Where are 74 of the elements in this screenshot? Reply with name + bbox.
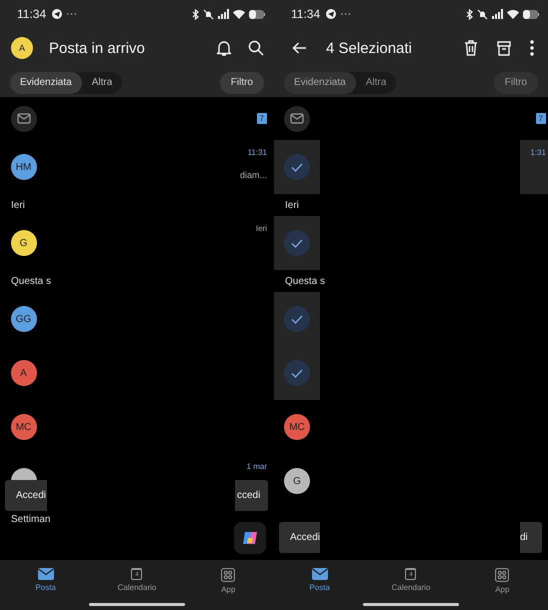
signal-icon	[492, 9, 503, 19]
filter-button[interactable]: Filtro	[220, 72, 264, 94]
nav-label: Posta	[35, 583, 56, 592]
nav-item[interactable]: Posta	[0, 560, 92, 610]
assistant-button[interactable]	[234, 522, 266, 554]
logo-icon	[241, 529, 259, 547]
message-time: 1 mar	[246, 462, 267, 471]
message-time: 1:31	[530, 148, 546, 157]
more-options-icon[interactable]	[530, 40, 534, 56]
status-more: ···	[340, 8, 352, 20]
account-avatar[interactable]: A	[11, 37, 33, 59]
wifi-icon	[233, 9, 245, 19]
sign-in-toast: Accedi	[5, 480, 47, 511]
battery-icon	[249, 10, 265, 18]
nav-label: App	[221, 585, 236, 594]
envelope-icon[interactable]	[284, 106, 310, 132]
apps-grid-icon	[495, 568, 510, 582]
inbox-tab[interactable]: Evidenziata	[10, 72, 82, 94]
contact-avatar: A	[10, 360, 36, 386]
nav-label: App	[495, 585, 510, 594]
section-header: Ieri	[285, 200, 299, 210]
filter-button[interactable]: Filtro	[494, 72, 538, 94]
checkmark-icon[interactable]	[284, 154, 310, 180]
back-arrow-icon[interactable]	[292, 42, 306, 54]
screen-title: Posta in arrivo	[49, 40, 145, 56]
checkmark-icon[interactable]	[284, 230, 310, 256]
bluetooth-icon	[466, 8, 473, 20]
contact-avatar: HM	[10, 154, 36, 180]
contact-avatar: GG	[10, 306, 36, 332]
checkmark-icon[interactable]	[284, 306, 310, 332]
mail-icon	[38, 568, 54, 580]
count-badge: 7	[256, 113, 267, 124]
nav-label: Calendario	[392, 583, 430, 592]
muted-bell-icon	[203, 8, 214, 20]
screen-title: 4 Selezionati	[326, 40, 412, 56]
bluetooth-icon	[192, 8, 199, 20]
signal-icon	[218, 9, 229, 19]
count-badge: 7	[536, 113, 546, 124]
contact-avatar: MC	[284, 414, 310, 440]
status-time: 11:34	[291, 7, 320, 21]
inbox-tab[interactable]: Altra	[82, 72, 122, 94]
message-time: Ieri	[256, 224, 267, 233]
status-time: 11:34	[17, 7, 46, 21]
search-icon[interactable]	[248, 40, 264, 56]
contact-avatar: G	[284, 468, 310, 494]
mail-icon	[312, 568, 328, 580]
paper-plane-icon	[326, 9, 336, 19]
wifi-icon	[507, 9, 519, 19]
sign-in-toast: Accedi	[279, 522, 320, 553]
paper-plane-icon	[52, 9, 62, 19]
section-header: Questa s	[285, 276, 326, 286]
checkmark-icon[interactable]	[284, 360, 310, 386]
nav-label: Posta	[309, 583, 330, 592]
sign-in-toast[interactable]: di	[520, 522, 542, 553]
section-header: Questa s	[11, 276, 52, 286]
nav-item[interactable]: App	[182, 560, 274, 610]
section-header: Settiman	[11, 514, 50, 524]
message-time: 11:31	[248, 148, 267, 157]
apps-grid-icon	[221, 568, 236, 582]
nav-label: Calendario	[118, 583, 156, 592]
battery-icon	[523, 10, 539, 18]
nav-item[interactable]: Posta	[274, 560, 366, 610]
message-preview: diam...	[240, 170, 267, 180]
section-header: Ieri	[11, 200, 25, 210]
muted-bell-icon	[477, 8, 488, 20]
contact-avatar: MC	[10, 414, 36, 440]
status-more: ···	[66, 8, 78, 20]
nav-item[interactable]: App	[456, 560, 548, 610]
archive-icon[interactable]	[497, 40, 511, 56]
envelope-icon[interactable]	[10, 106, 36, 132]
trash-icon[interactable]	[464, 40, 478, 56]
sign-in-toast[interactable]: ccedi	[235, 480, 268, 511]
bell-icon[interactable]	[216, 40, 232, 56]
contact-avatar: G	[10, 230, 36, 256]
